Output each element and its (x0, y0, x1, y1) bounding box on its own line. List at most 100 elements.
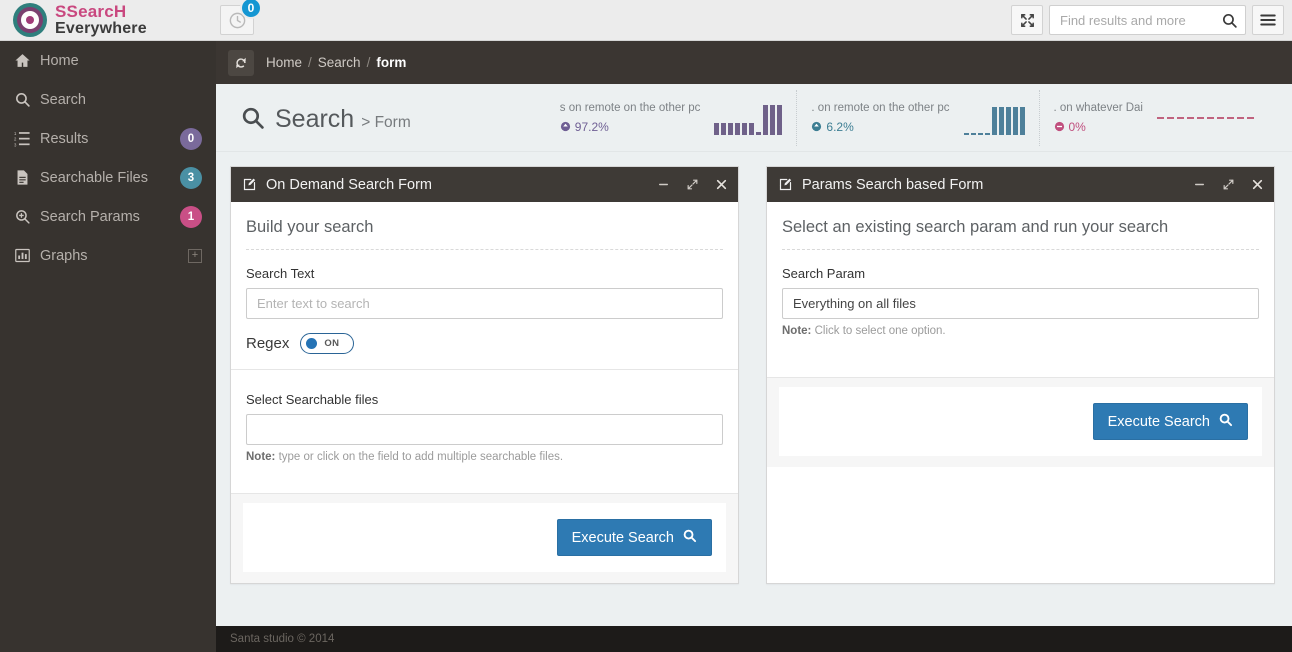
svg-text:1: 1 (14, 131, 17, 136)
panel-on-demand-search-form: On Demand Search Form (230, 166, 739, 584)
toggle-knob (306, 338, 317, 349)
history-button[interactable]: 0 (220, 5, 254, 35)
breadcrumb-item-home[interactable]: Home (266, 55, 302, 70)
hamburger-menu-icon (1259, 13, 1277, 27)
panel-title: Params Search based Form (802, 177, 983, 193)
mini-stat-value: 6.2% (826, 120, 853, 134)
minimize-icon[interactable] (657, 178, 670, 191)
expand-arrows-icon (1019, 12, 1036, 29)
regex-row: Regex ON (246, 319, 723, 369)
close-icon[interactable] (715, 178, 728, 191)
minimize-icon[interactable] (1193, 178, 1206, 191)
searchable-files-input[interactable] (246, 414, 723, 445)
search-input[interactable] (1050, 6, 1245, 34)
note-text: Click to select one option. (811, 325, 945, 337)
sidebar-item-label: Home (40, 53, 202, 69)
expand-diagonal-icon[interactable] (1222, 178, 1235, 191)
search-param-select[interactable] (782, 288, 1259, 319)
field-group-search-param: Search Param Note: Click to select one o… (782, 250, 1259, 337)
panel-header: Params Search based Form (767, 167, 1274, 202)
close-icon[interactable] (1251, 178, 1264, 191)
search-text-label: Search Text (246, 266, 723, 281)
execute-search-button[interactable]: Execute Search (557, 519, 712, 556)
sidebar-item-search-params[interactable]: Search Params 1 (0, 197, 216, 236)
regex-label: Regex (246, 335, 289, 352)
breadcrumb: Home / Search / form (216, 41, 1292, 84)
breadcrumb-separator: / (308, 55, 312, 70)
panel-body: Select an existing search param and run … (767, 202, 1274, 355)
arrow-up-circle-icon (560, 121, 571, 132)
target-radar-icon (10, 0, 50, 40)
search-icon (1221, 12, 1238, 32)
page-header: Search > Form s on remote on the other p… (216, 84, 1292, 152)
panels-row: On Demand Search Form (216, 152, 1292, 584)
panel-body-files: Select Searchable files Note: type or cl… (231, 370, 738, 477)
minus-circle-icon (1054, 121, 1065, 132)
panel-legend: Select an existing search param and run … (782, 218, 1259, 250)
history-badge: 0 (240, 0, 262, 19)
panel-title: On Demand Search Form (266, 177, 432, 193)
execute-search-button[interactable]: Execute Search (1093, 403, 1248, 440)
fullscreen-button[interactable] (1011, 5, 1043, 35)
menu-button[interactable] (1252, 5, 1284, 35)
sparkline-chart-2 (964, 101, 1025, 135)
expand-diagonal-icon[interactable] (686, 178, 699, 191)
brand-name-line2: Everywhere (55, 21, 147, 38)
search-plus-icon (14, 208, 40, 225)
svg-text:2: 2 (14, 137, 17, 142)
search-text-input[interactable] (246, 288, 723, 319)
regex-toggle-state: ON (324, 338, 339, 349)
brand-logo-area[interactable]: SSearcH Everywhere (0, 0, 216, 41)
field-group-searchable-files: Select Searchable files Note: type or cl… (246, 386, 723, 463)
sidebar-badge-searchable-files: 3 (180, 167, 202, 189)
search-icon (1218, 412, 1233, 431)
panel-footer: Execute Search (767, 377, 1274, 467)
note-prefix: Note: (782, 325, 811, 337)
svg-text:3: 3 (14, 142, 17, 147)
edit-square-icon (778, 177, 793, 192)
breadcrumb-item-search[interactable]: Search (318, 55, 361, 70)
sidebar-item-results[interactable]: 1 2 3 Results 0 (0, 119, 216, 158)
mini-stat-3: . on whatever Dai 0% (1039, 90, 1269, 146)
panel-header: On Demand Search Form (231, 167, 738, 202)
brand-name-line1: SSearcH (55, 3, 147, 21)
mini-stat-1: s on remote on the other pc 97.2% (546, 90, 797, 146)
search-param-label: Search Param (782, 266, 1259, 281)
note-prefix: Note: (246, 451, 275, 463)
field-group-search-text: Search Text (246, 250, 723, 319)
footer-copyright: Santa studio © 2014 (230, 633, 334, 645)
panel-legend: Build your search (246, 218, 723, 250)
edit-square-icon (242, 177, 257, 192)
sidebar-item-home[interactable]: Home (0, 41, 216, 80)
mini-stat-value: 97.2% (575, 120, 609, 134)
sidebar-item-label: Graphs (40, 248, 188, 264)
mini-stat-value: 0% (1069, 120, 1086, 134)
note-text: type or click on the field to add multip… (275, 451, 563, 463)
regex-toggle[interactable]: ON (300, 333, 354, 354)
sidebar-item-label: Search Params (40, 209, 180, 225)
sidebar-expand-graphs-icon[interactable]: + (188, 249, 202, 263)
search-icon (14, 91, 40, 108)
search-icon (682, 528, 697, 547)
sparkline-chart-1 (714, 101, 782, 135)
global-search[interactable] (1049, 5, 1246, 35)
mini-stat-title: . on remote on the other pc (811, 102, 949, 114)
app-footer: Santa studio © 2014 (216, 626, 1292, 652)
search-param-note: Note: Click to select one option. (782, 325, 1259, 337)
page-title: Search > Form (240, 102, 411, 134)
sidebar: Home Search 1 2 3 (0, 41, 216, 652)
mini-stat-title: . on whatever Dai (1054, 102, 1144, 114)
refresh-button[interactable] (228, 50, 254, 76)
home-icon (14, 52, 40, 69)
sidebar-item-label: Searchable Files (40, 170, 180, 186)
mini-stat-2: . on remote on the other pc 6.2% (796, 90, 1038, 146)
sidebar-item-graphs[interactable]: Graphs + (0, 236, 216, 275)
breadcrumb-item-form: form (376, 55, 406, 70)
sidebar-badge-search-params: 1 (180, 206, 202, 228)
sidebar-item-searchable-files[interactable]: Searchable Files 3 (0, 158, 216, 197)
execute-search-label: Execute Search (1108, 414, 1210, 430)
sidebar-item-search[interactable]: Search (0, 80, 216, 119)
content-area: Home / Search / form Search > Form (216, 41, 1292, 652)
page-title-sub: > Form (361, 114, 411, 132)
file-text-icon (14, 169, 40, 186)
